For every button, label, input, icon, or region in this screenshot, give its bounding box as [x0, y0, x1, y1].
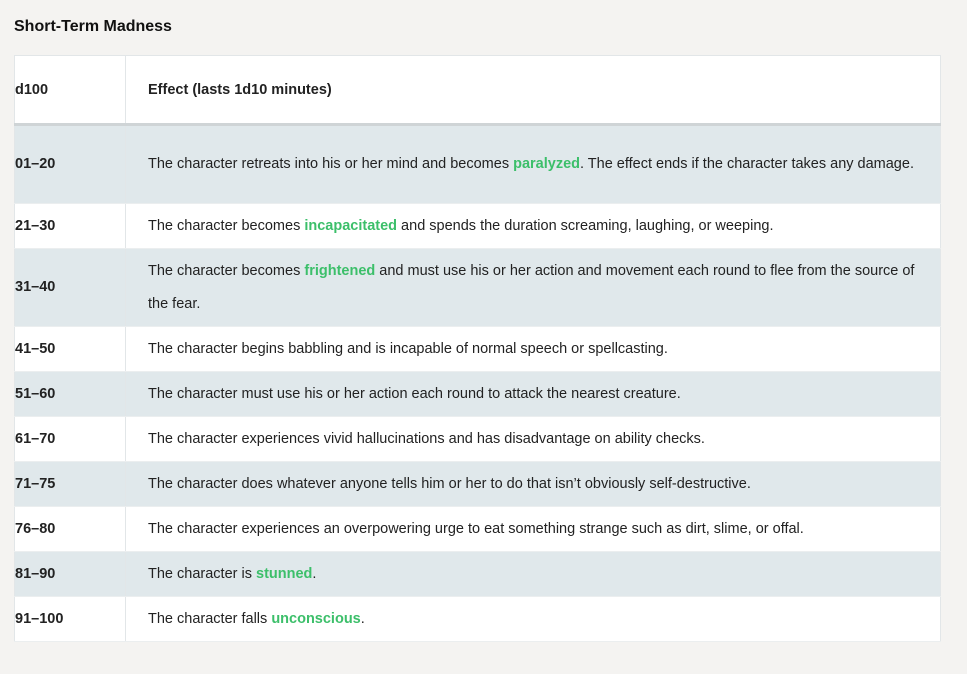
effect-text-before: The character retreats into his or her m…	[148, 156, 514, 172]
effect-text: The character begins babbling and is inc…	[125, 326, 941, 372]
condition-link-incapacitated[interactable]: incapacitated	[304, 218, 397, 234]
effect-text: The character experiences vivid hallucin…	[125, 416, 941, 462]
roll-range: 81–90	[14, 551, 126, 597]
effect-text-after: .	[312, 565, 317, 582]
page: Short-Term Madness d100 Effect (lasts 1d…	[0, 0, 967, 674]
table-row: 31–40 The character becomes frightened a…	[14, 248, 941, 327]
roll-range: 51–60	[14, 371, 126, 417]
roll-range: 21–30	[14, 203, 126, 249]
table-header-row: d100 Effect (lasts 1d10 minutes)	[14, 55, 941, 126]
table-row: 61–70 The character experiences vivid ha…	[14, 416, 941, 462]
table-row: 41–50 The character begins babbling and …	[14, 326, 941, 372]
table-row: 81–90 The character is stunned.	[14, 551, 941, 597]
effect-text: The character falls unconscious.	[125, 596, 941, 642]
effect-text-before: The character falls	[148, 610, 272, 627]
effect-text-after: .	[360, 610, 365, 627]
effect-text: The character retreats into his or her m…	[125, 124, 941, 204]
condition-link-frightened[interactable]: frightened	[304, 263, 375, 279]
effect-text: The character experiences an overpowerin…	[125, 506, 941, 552]
effect-text-before: The character becomes	[148, 217, 305, 234]
roll-range: 01–20	[14, 124, 126, 204]
condition-link-unconscious[interactable]: unconscious	[271, 611, 360, 627]
effect-text: The character does whatever anyone tells…	[125, 461, 941, 507]
table-row: 01–20 The character retreats into his or…	[14, 124, 941, 204]
table-row: 76–80 The character experiences an overp…	[14, 506, 941, 552]
table-row: 21–30 The character becomes incapacitate…	[14, 203, 941, 249]
effect-text-before: The character becomes	[148, 262, 305, 279]
effect-text: The character is stunned.	[125, 551, 941, 597]
header-d100: d100	[14, 55, 126, 126]
effect-text-after: and spends the duration screaming, laugh…	[397, 217, 774, 234]
table-row: 91–100 The character falls unconscious.	[14, 596, 941, 642]
roll-range: 91–100	[14, 596, 126, 642]
roll-range: 31–40	[14, 248, 126, 327]
effect-text: The character must use his or her action…	[125, 371, 941, 417]
condition-link-paralyzed[interactable]: paralyzed	[513, 156, 580, 172]
roll-range: 61–70	[14, 416, 126, 462]
effect-text: The character becomes frightened and mus…	[125, 248, 941, 327]
roll-range: 76–80	[14, 506, 126, 552]
roll-range: 41–50	[14, 326, 126, 372]
roll-range: 71–75	[14, 461, 126, 507]
table-row: 51–60 The character must use his or her …	[14, 371, 941, 417]
table-title: Short-Term Madness	[14, 18, 172, 35]
condition-link-stunned[interactable]: stunned	[256, 566, 312, 582]
effect-text: The character becomes incapacitated and …	[125, 203, 941, 249]
header-effect: Effect (lasts 1d10 minutes)	[125, 55, 941, 126]
effect-text-after: . The effect ends if the character takes…	[580, 156, 914, 172]
table-row: 71–75 The character does whatever anyone…	[14, 461, 941, 507]
short-term-madness-table: d100 Effect (lasts 1d10 minutes) 01–20 T…	[14, 55, 941, 642]
effect-text-before: The character is	[148, 565, 256, 582]
